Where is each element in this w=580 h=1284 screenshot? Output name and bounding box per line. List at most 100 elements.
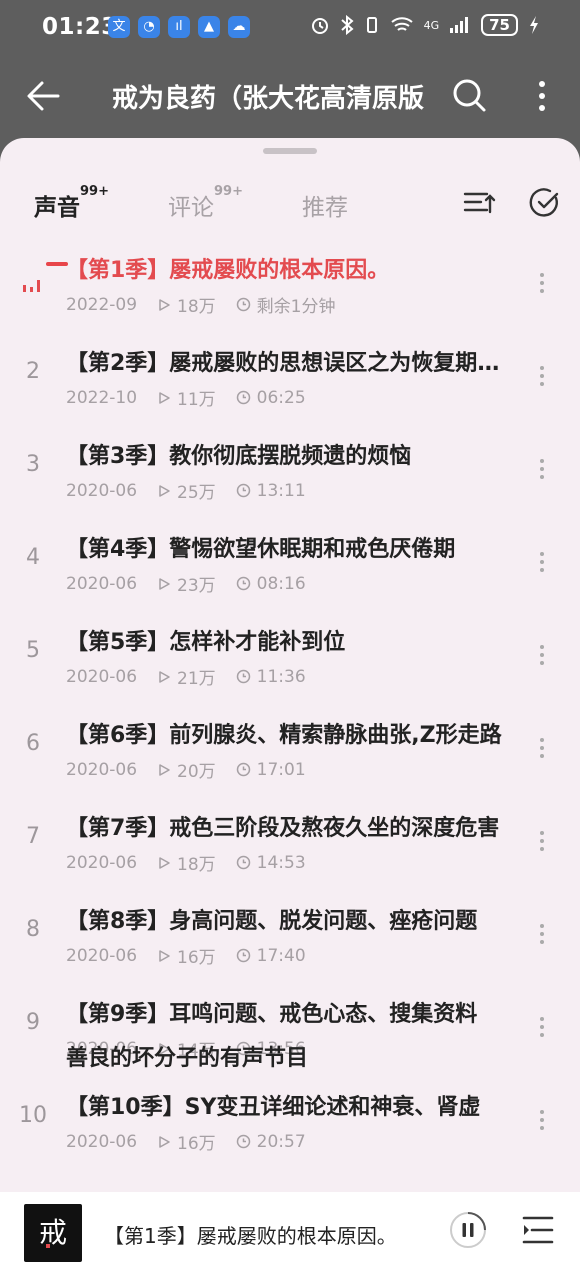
episode-item[interactable]: 5 【第5季】怎样补才能补到位 2020-06 21万 11:36 (0, 614, 580, 707)
episode-list: 【第1季】屡戒屡败的根本原因。 2022-09 18万 剩余1分钟 2 【第2季】屡戒屡败… (0, 242, 580, 1172)
episode-plays: 16万 (157, 943, 216, 968)
episode-item[interactable]: 3 【第3季】教你彻底摆脱频遗的烦恼 2020-06 25万 13:11 (0, 428, 580, 521)
more-vertical-icon (540, 552, 544, 572)
now-playing-title[interactable]: 【第1季】屡戒屡败的根本原因。 (104, 1220, 430, 1249)
episode-plays-value: 16万 (177, 1134, 216, 1154)
play-count-icon (159, 577, 170, 590)
more-vertical-icon (540, 831, 544, 851)
episode-index: 9 (26, 1010, 40, 1035)
episode-meta: 2020-06 23万 08:16 (66, 571, 326, 597)
episode-duration-value: 13:11 (256, 480, 306, 501)
episode-item[interactable]: 10 【第10季】SY变丑详细论述和神衰、肾虚 2020-06 16万 20:57 (0, 1079, 580, 1172)
episode-item[interactable]: 6 【第6季】前列腺炎、精索静脉曲张,Z形走路 2020-06 20万 17:01 (0, 707, 580, 800)
episode-item[interactable]: 7 【第7季】戒色三阶段及熬夜久坐的深度危害 2020-06 18万 14:53 (0, 800, 580, 893)
episode-more-button[interactable] (530, 1105, 554, 1135)
battery-level: 75 (481, 14, 518, 36)
album-cover[interactable]: 戒 (24, 1204, 82, 1262)
episode-index: 6 (26, 731, 40, 756)
clock-icon (236, 762, 250, 777)
title-bar: 戒为良药（张大花高清原版 (0, 56, 580, 142)
sort-button[interactable] (462, 186, 496, 220)
clock-icon (236, 669, 250, 684)
drag-handle[interactable] (263, 148, 317, 154)
episode-plays-value: 18万 (177, 297, 216, 317)
pause-icon (450, 1212, 486, 1248)
episode-plays-value: 25万 (177, 483, 216, 503)
episode-sheet: 声音99+ 评论99+ 推荐 【第1季】屡戒屡败的根本原因。 2022-09 18万… (0, 138, 580, 1284)
episode-title: 【第10季】SY变丑详细论述和神衰、肾虚 (66, 1095, 481, 1120)
episode-duration-value: 17:01 (256, 759, 306, 780)
partial-list-item: 善良的坏分子的有声节目 (66, 1046, 309, 1071)
episode-meta: 2020-06 16万 17:40 (66, 943, 326, 969)
network-type: 4G (423, 18, 440, 32)
episode-date: 2020-06 (66, 480, 138, 501)
episode-more-button[interactable] (530, 1012, 554, 1042)
translate-app-icon: 文 (108, 16, 130, 38)
bluetooth-icon (340, 15, 354, 35)
cloud-app-icon: ☁ (228, 16, 250, 38)
status-indicators: 4G 75 (310, 14, 540, 36)
episode-date: 2020-06 (66, 759, 138, 780)
episode-index: 10 (19, 1103, 47, 1128)
tab-comments[interactable]: 评论99+ (168, 184, 243, 222)
episode-more-button[interactable] (530, 454, 554, 484)
episode-item[interactable]: 4 【第4季】警惕欲望休眠期和戒色厌倦期 2020-06 23万 08:16 (0, 521, 580, 614)
playlist-icon (522, 1216, 554, 1244)
more-options-button[interactable] (520, 74, 564, 118)
chat-app-icon: ◔ (138, 16, 160, 38)
tab-recommend[interactable]: 推荐 (302, 188, 348, 222)
episode-plays: 16万 (157, 1129, 216, 1154)
episode-index: 3 (26, 452, 40, 477)
episode-title: 【第2季】屡戒屡败的思想误区之为恢复期正名 (66, 351, 504, 376)
episode-date: 2020-06 (66, 1131, 138, 1152)
pause-button[interactable] (448, 1210, 488, 1250)
episode-duration-value: 06:25 (256, 387, 306, 408)
episode-title: 【第9季】耳鸣问题、戒色心态、搜集资料 (66, 1002, 478, 1027)
mini-player[interactable]: 戒 【第1季】屡戒屡败的根本原因。 (0, 1192, 580, 1284)
episode-more-button[interactable] (530, 640, 554, 670)
more-vertical-icon (540, 645, 544, 665)
tab-audio[interactable]: 声音99+ (34, 184, 109, 222)
episode-item[interactable]: 2 【第2季】屡戒屡败的思想误区之为恢复期正名 2022-10 11万 06:25 (0, 335, 580, 428)
episode-more-button[interactable] (530, 826, 554, 856)
play-count-icon (159, 949, 170, 962)
episode-duration: 08:16 (236, 574, 306, 594)
episode-meta: 2020-06 21万 11:36 (66, 664, 326, 690)
episode-title: 【第8季】身高问题、脱发问题、痤疮问题 (66, 909, 478, 934)
tab-comments-label: 评论 (168, 195, 214, 221)
episode-meta: 2020-06 16万 20:57 (66, 1129, 326, 1155)
episode-more-button[interactable] (530, 361, 554, 391)
episode-more-button[interactable] (530, 268, 554, 298)
episode-plays-value: 20万 (177, 762, 216, 782)
episode-more-button[interactable] (530, 547, 554, 577)
episode-date: 2022-09 (66, 294, 138, 315)
episode-duration-value: 08:16 (256, 573, 306, 594)
episode-plays-value: 21万 (177, 669, 216, 689)
search-button[interactable] (448, 74, 492, 118)
more-vertical-icon (540, 366, 544, 386)
clock-icon (236, 297, 250, 312)
tab-audio-badge: 99+ (80, 184, 109, 199)
episode-item[interactable]: 8 【第8季】身高问题、脱发问题、痤疮问题 2020-06 16万 17:40 (0, 893, 580, 986)
episode-more-button[interactable] (530, 733, 554, 763)
batch-select-button[interactable] (528, 186, 562, 220)
playlist-button[interactable] (520, 1214, 556, 1246)
vibrate-icon (366, 17, 377, 33)
episode-duration: 06:25 (236, 388, 306, 408)
back-button[interactable] (22, 74, 66, 118)
signal-icon (450, 17, 469, 33)
play-count-icon (159, 763, 170, 776)
clock-icon (236, 1134, 250, 1149)
play-count-icon (159, 484, 170, 497)
now-playing-icon (23, 280, 40, 292)
more-vertical-icon (540, 738, 544, 758)
episode-duration: 17:40 (236, 946, 306, 966)
sort-order-icon (463, 192, 496, 214)
episode-date: 2020-06 (66, 852, 138, 873)
search-icon (453, 79, 486, 112)
episode-plays-value: 23万 (177, 576, 216, 596)
episode-more-button[interactable] (530, 919, 554, 949)
cover-dot (46, 1244, 50, 1248)
episode-item[interactable]: 【第1季】屡戒屡败的根本原因。 2022-09 18万 剩余1分钟 (0, 242, 580, 335)
clock-icon (236, 390, 250, 405)
